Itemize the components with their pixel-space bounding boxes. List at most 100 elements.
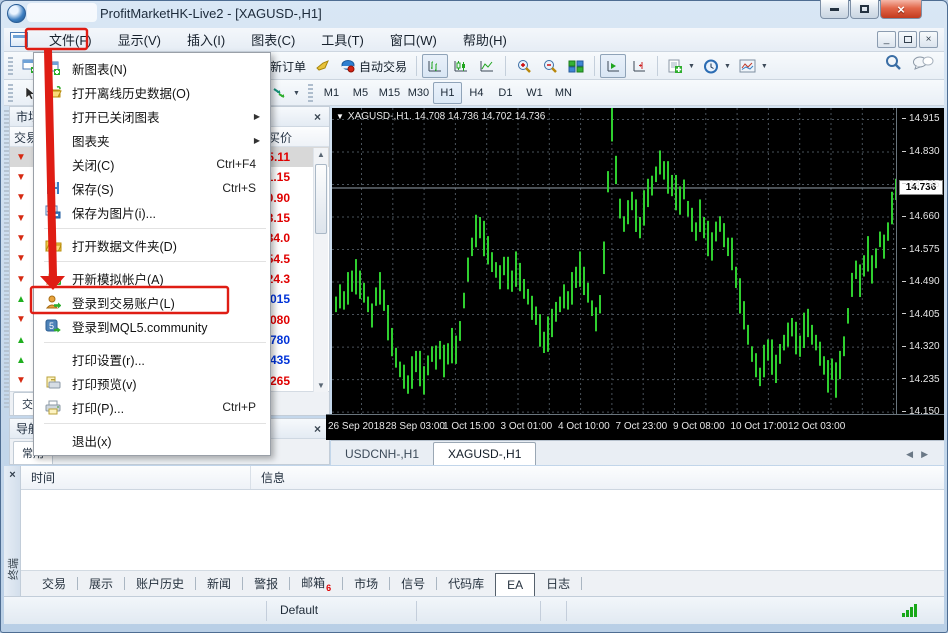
scroll-down-icon[interactable]: ▼	[314, 381, 328, 390]
status-bar: Default	[4, 596, 944, 624]
tile-windows-button[interactable]	[563, 54, 589, 78]
tab-scroll-arrows[interactable]: ◀▶	[906, 449, 936, 460]
chat-icon[interactable]	[912, 55, 934, 71]
menu-item-save[interactable]: 保存(S) Ctrl+S	[34, 176, 270, 200]
timeframe-w1[interactable]: W1	[520, 82, 549, 104]
menu-item-save-as-picture[interactable]: 保存为图片(i)...	[34, 200, 270, 224]
menu-item-print[interactable]: 打印(P)... Ctrl+P	[34, 395, 270, 419]
column-message[interactable]: 信息	[251, 469, 285, 486]
new-order-button[interactable]: 新订单	[266, 54, 310, 78]
tab-signals[interactable]: 信号	[390, 572, 436, 595]
chart-ohlc-title: ▼XAGUSD-,H1. 14.708 14.736 14.702 14.736	[336, 111, 545, 122]
timeframe-m1[interactable]: M1	[317, 82, 346, 104]
tab-journal[interactable]: 日志	[535, 572, 581, 595]
tab-news[interactable]: 新闻	[196, 572, 242, 595]
tab-mailbox[interactable]: 邮箱6	[290, 571, 342, 595]
close-button[interactable]: ×	[880, 0, 922, 19]
print-preview-icon	[42, 375, 64, 391]
line-chart-type-button[interactable]	[474, 54, 500, 78]
scroll-up-icon[interactable]: ▲	[314, 150, 328, 159]
menu-item-login-trade-account[interactable]: 登录到交易账户(L)	[34, 290, 270, 314]
zoom-in-button[interactable]	[511, 54, 537, 78]
chart-menu-arrow-icon[interactable]: ▼	[336, 112, 344, 121]
toolbar-grip[interactable]	[8, 84, 13, 102]
menu-item-open-offline[interactable]: 打开离线历史数据(O)	[34, 80, 270, 104]
scrollbar-thumb[interactable]	[315, 164, 327, 234]
status-profile[interactable]: Default	[280, 603, 318, 617]
mdi-minimize-button[interactable]: _	[877, 31, 896, 48]
templates-button[interactable]: ▼	[735, 54, 772, 78]
indicators-button[interactable]: ▼	[663, 54, 699, 78]
arrows-style-icon	[272, 86, 288, 100]
chart-tab-xagusd[interactable]: XAGUSD-,H1	[433, 442, 536, 465]
zoom-out-button[interactable]	[537, 54, 563, 78]
tab-trade[interactable]: 交易	[31, 572, 77, 595]
tab-alerts[interactable]: 警报	[243, 572, 289, 595]
menu-view[interactable]: 显示(V)	[105, 26, 174, 53]
menu-help[interactable]: 帮助(H)	[450, 26, 520, 53]
terminal-close-icon[interactable]: ×	[6, 469, 19, 482]
menu-item-print-setup[interactable]: 打印设置(r)...	[34, 347, 270, 371]
title-bar[interactable]: ProfitMarketHK-Live2 - [XAGUSD-,H1] ×	[0, 0, 948, 28]
menu-item-open-deleted[interactable]: 打开已关闭图表 ▶	[34, 104, 270, 128]
toolbar-grip[interactable]	[8, 57, 13, 75]
menu-item-profiles[interactable]: 图表夹 ▶	[34, 128, 270, 152]
timeframe-d1[interactable]: D1	[491, 82, 520, 104]
timeframe-m30[interactable]: M30	[404, 82, 433, 104]
chart-plot[interactable]: ▼XAGUSD-,H1. 14.708 14.736 14.702 14.736	[332, 108, 896, 414]
menu-item-print-preview[interactable]: 打印预览(v)	[34, 371, 270, 395]
dropdown-arrow-icon: ▼	[724, 63, 731, 70]
timeframe-mn[interactable]: MN	[549, 82, 578, 104]
toolbar-grip[interactable]	[308, 84, 313, 102]
autotrade-icon	[340, 59, 356, 73]
search-icon[interactable]	[885, 54, 902, 71]
tab-code-base[interactable]: 代码库	[437, 572, 495, 595]
menu-item-open-demo-account[interactable]: 开新模拟帐户(A)	[34, 266, 270, 290]
tab-ea[interactable]: EA	[495, 573, 535, 597]
chart-shift-button[interactable]	[626, 54, 652, 78]
autotrading-button[interactable]: 自动交易	[336, 54, 411, 78]
price-axis[interactable]: 14.736 14.91514.83014.74514.66014.57514.…	[896, 108, 944, 414]
column-time[interactable]: 时间	[21, 466, 251, 489]
navigator-close-icon[interactable]: ×	[310, 421, 325, 436]
mdi-close-button[interactable]: ×	[919, 31, 938, 48]
tab-account-history[interactable]: 账户历史	[125, 572, 195, 595]
trend-down-icon: ▼	[10, 192, 32, 203]
timeframe-m5[interactable]: M5	[346, 82, 375, 104]
menu-item-login-mql5[interactable]: 5 登录到MQL5.community	[34, 314, 270, 338]
menu-item-new-chart[interactable]: 新图表(N)	[34, 56, 270, 80]
periods-button[interactable]: ▼	[699, 54, 735, 78]
time-tick: 4 Oct 10:00	[558, 421, 610, 432]
mdi-restore-button[interactable]	[898, 31, 917, 48]
tile-windows-icon	[568, 59, 584, 73]
timeframe-h1[interactable]: H1	[433, 82, 462, 104]
auto-scroll-button[interactable]	[600, 54, 626, 78]
menu-item-close[interactable]: 关闭(C) Ctrl+F4	[34, 152, 270, 176]
menu-charts[interactable]: 图表(C)	[238, 26, 308, 53]
chart-tab-usdcnh[interactable]: USDCNH-,H1	[331, 443, 433, 465]
sound-button[interactable]	[310, 54, 336, 78]
menu-item-exit[interactable]: 退出(x)	[34, 428, 270, 452]
candlestick-type-button[interactable]	[448, 54, 474, 78]
tab-exposure[interactable]: 展示	[78, 572, 124, 595]
market-watch-scrollbar[interactable]: ▲ ▼	[313, 148, 328, 392]
tab-market[interactable]: 市场	[343, 572, 389, 595]
menu-item-open-data-folder[interactable]: 打开数据文件夹(D)	[34, 233, 270, 257]
time-tick: 9 Oct 08:00	[673, 421, 725, 432]
minimize-button[interactable]	[820, 0, 849, 19]
market-watch-close-icon[interactable]: ×	[310, 109, 325, 124]
arrows-tool-button[interactable]: ▼	[268, 81, 304, 105]
time-axis[interactable]: 26 Sep 201828 Sep 03:001 Oct 15:003 Oct …	[326, 414, 944, 440]
timeframe-m15[interactable]: M15	[375, 82, 404, 104]
auto-scroll-icon	[605, 59, 621, 73]
candle-bars	[332, 108, 896, 414]
menu-tools[interactable]: 工具(T)	[308, 26, 377, 53]
menu-insert[interactable]: 插入(I)	[174, 26, 238, 53]
timeframe-h4[interactable]: H4	[462, 82, 491, 104]
menu-file[interactable]: 文件(F)	[36, 26, 105, 53]
menu-window[interactable]: 窗口(W)	[377, 26, 450, 53]
save-picture-icon	[42, 204, 64, 220]
maximize-button[interactable]	[850, 0, 879, 19]
bar-chart-type-button[interactable]	[422, 54, 448, 78]
price-tick: 14.830	[902, 146, 940, 157]
